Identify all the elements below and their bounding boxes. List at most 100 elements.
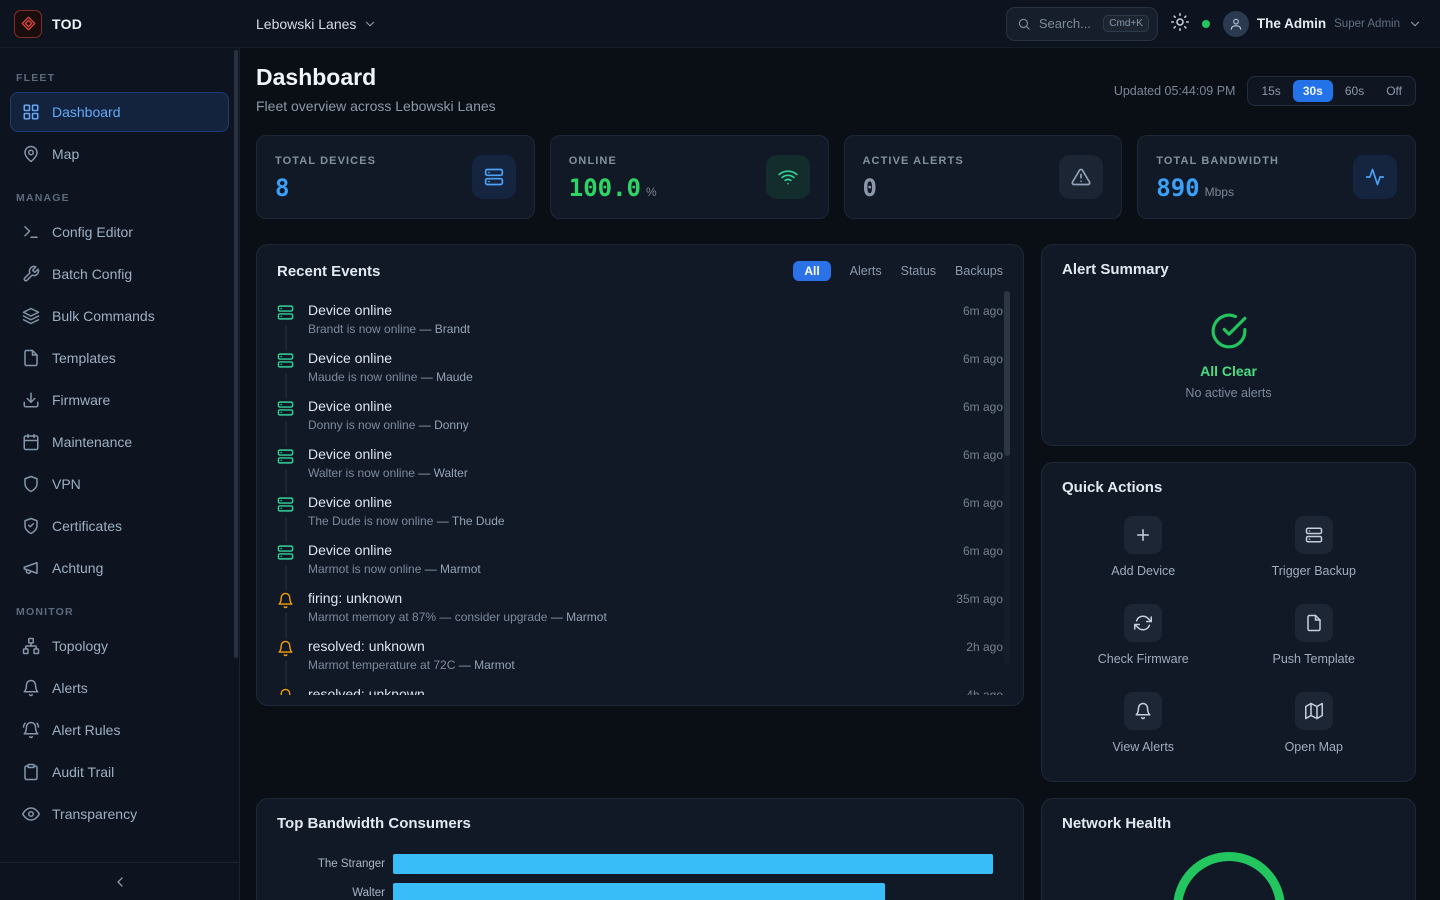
search-shortcut-badge: Cmd+K — [1103, 15, 1149, 32]
sidebar-item[interactable]: Topology — [10, 626, 229, 666]
stat-label: ACTIVE ALERTS — [863, 155, 964, 167]
event-detail: Brandt is now online — Brandt — [308, 322, 470, 336]
updated-timestamp: Updated 05:44:09 PM — [1114, 84, 1236, 98]
stat-icon-glyph — [484, 167, 504, 187]
search-icon — [1017, 17, 1031, 31]
sidebar-item-icon — [22, 349, 40, 367]
bandwidth-device-label: Walter — [277, 887, 385, 899]
event-detail: Marmot is now online — Marmot — [308, 562, 481, 576]
org-name: Lebowski Lanes — [256, 16, 356, 32]
event-body: firing: unknown Marmot memory at 87% — c… — [308, 589, 607, 624]
sidebar-item[interactable]: Transparency — [10, 794, 229, 834]
sidebar-item[interactable]: Certificates — [10, 506, 229, 546]
topbar: TOD Lebowski Lanes Search... Cmd+K The A… — [0, 0, 1440, 48]
event-body: Device online Brandt is now online — Bra… — [308, 301, 470, 336]
event-detail: Walter is now online — Walter — [308, 466, 468, 480]
sidebar-item[interactable]: Map — [10, 134, 229, 174]
event-row[interactable]: Device online Marmot is now online — Mar… — [257, 537, 1023, 585]
event-row[interactable]: firing: unknown Marmot memory at 87% — c… — [257, 585, 1023, 633]
sidebar-item[interactable]: Achtung — [10, 548, 229, 588]
event-row[interactable]: Device online Maude is now online — Maud… — [257, 345, 1023, 393]
sidebar-item[interactable]: Dashboard — [10, 92, 229, 132]
sidebar-item[interactable]: Batch Config — [10, 254, 229, 294]
quick-action-button[interactable]: Check Firmware — [1058, 604, 1229, 666]
event-row[interactable]: Device online Brandt is now online — Bra… — [257, 297, 1023, 345]
event-row[interactable]: Device online Donny is now online — Donn… — [257, 393, 1023, 441]
sidebar-item-label: Templates — [52, 350, 116, 366]
sidebar-item-label: Map — [52, 146, 79, 162]
quick-action-button[interactable]: View Alerts — [1058, 692, 1229, 754]
events-scrollbar-track[interactable] — [1004, 291, 1010, 665]
chevron-left-icon — [112, 874, 128, 890]
event-detail: Maude is now online — Maude — [308, 370, 473, 384]
bandwidth-panel: Top Bandwidth Consumers The Stranger Wal… — [256, 798, 1024, 900]
sidebar-collapse-button[interactable] — [0, 862, 239, 900]
sidebar-item[interactable]: Templates — [10, 338, 229, 378]
search-input[interactable]: Search... Cmd+K — [1006, 7, 1158, 41]
events-filter-tab[interactable]: Alerts — [850, 264, 882, 278]
sidebar-item-label: Certificates — [52, 518, 122, 534]
search-placeholder: Search... — [1039, 16, 1091, 31]
quick-action-icon — [1295, 692, 1333, 730]
network-health-title: Network Health — [1062, 815, 1171, 832]
refresh-interval-option[interactable]: Off — [1376, 80, 1412, 102]
quick-action-button[interactable]: Open Map — [1229, 692, 1400, 754]
event-timestamp: 35m ago — [956, 592, 1003, 606]
quick-action-button[interactable]: Trigger Backup — [1229, 516, 1400, 578]
stat-icon — [472, 155, 516, 199]
events-filter-tab[interactable]: Status — [901, 264, 936, 278]
event-timestamp: 6m ago — [963, 352, 1003, 366]
sidebar-item[interactable]: Firmware — [10, 380, 229, 420]
event-body: Device online The Dude is now online — T… — [308, 493, 505, 528]
sidebar-item-icon — [22, 721, 40, 739]
quick-actions-title: Quick Actions — [1062, 479, 1162, 496]
sidebar-item-label: Config Editor — [52, 224, 133, 240]
bandwidth-title: Top Bandwidth Consumers — [277, 815, 471, 832]
sidebar-item[interactable]: VPN — [10, 464, 229, 504]
bandwidth-row: Walter — [277, 883, 993, 900]
stat-value: 0 — [863, 176, 877, 200]
sidebar-section-label: FLEET — [16, 72, 223, 84]
topbar-actions: Search... Cmd+K The Admin Super Admin — [1006, 7, 1440, 41]
quick-action-icon — [1124, 604, 1162, 642]
refresh-interval-option[interactable]: 15s — [1251, 80, 1290, 102]
refresh-interval-option[interactable]: 60s — [1335, 80, 1374, 102]
event-timestamp: 6m ago — [963, 544, 1003, 558]
event-row[interactable]: resolved: unknown 4h ago — [257, 681, 1023, 695]
sidebar-item-label: Bulk Commands — [52, 308, 155, 324]
user-menu[interactable]: The Admin Super Admin — [1223, 11, 1422, 37]
event-device: — Maude — [417, 370, 472, 384]
event-row[interactable]: Device online The Dude is now online — T… — [257, 489, 1023, 537]
sidebar-item[interactable]: Config Editor — [10, 212, 229, 252]
event-detail: The Dude is now online — The Dude — [308, 514, 505, 528]
sidebar-item[interactable]: Maintenance — [10, 422, 229, 462]
event-row[interactable]: resolved: unknown Marmot temperature at … — [257, 633, 1023, 681]
stat-card: ONLINE 100.0 % — [550, 135, 829, 219]
sidebar-scrollbar[interactable] — [234, 50, 238, 658]
event-row[interactable]: Device online Walter is now online — Wal… — [257, 441, 1023, 489]
event-device: — Donny — [415, 418, 468, 432]
recent-events-panel: Recent Events AllAlertsStatusBackups Dev… — [256, 244, 1024, 706]
sun-icon — [1171, 13, 1189, 31]
quick-action-button[interactable]: Add Device — [1058, 516, 1229, 578]
org-selector[interactable]: Lebowski Lanes — [240, 16, 377, 32]
events-scrollbar-thumb[interactable] — [1004, 291, 1010, 456]
sidebar-item[interactable]: Bulk Commands — [10, 296, 229, 336]
quick-action-button[interactable]: Push Template — [1229, 604, 1400, 666]
events-filter-tab[interactable]: All — [793, 261, 830, 281]
stat-label: TOTAL BANDWIDTH — [1156, 155, 1279, 167]
sidebar-item-label: Audit Trail — [52, 764, 114, 780]
sidebar-item-icon — [22, 679, 40, 697]
event-title: Device online — [308, 349, 473, 368]
quick-action-label: Open Map — [1285, 740, 1343, 754]
quick-action-icon-glyph — [1305, 526, 1323, 544]
sidebar-item[interactable]: Alert Rules — [10, 710, 229, 750]
sidebar-item[interactable]: Audit Trail — [10, 752, 229, 792]
event-title: resolved: unknown — [308, 685, 425, 695]
sidebar-item-label: Batch Config — [52, 266, 132, 282]
events-filter-tab[interactable]: Backups — [955, 264, 1003, 278]
alert-summary-title: Alert Summary — [1062, 261, 1169, 278]
theme-toggle-button[interactable] — [1171, 13, 1189, 34]
sidebar-item[interactable]: Alerts — [10, 668, 229, 708]
refresh-interval-option[interactable]: 30s — [1293, 80, 1333, 102]
